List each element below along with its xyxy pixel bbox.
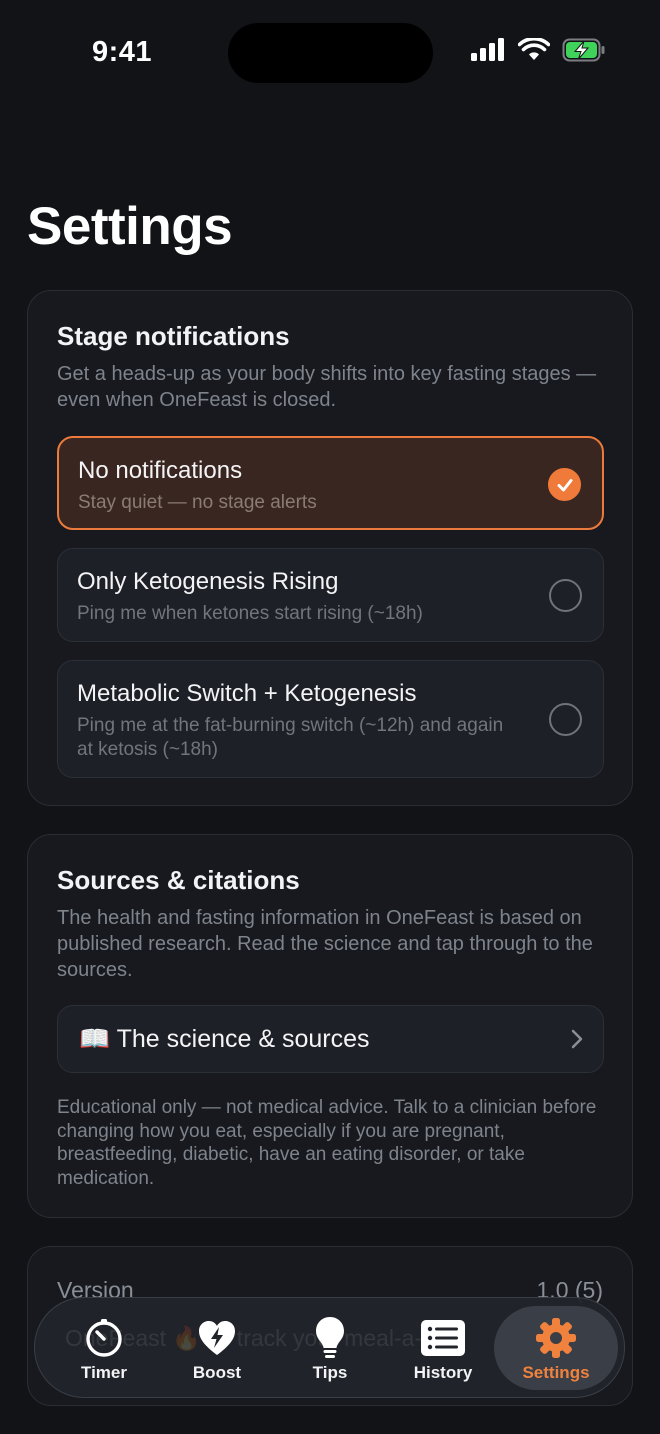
tab-label: Settings: [522, 1363, 590, 1382]
tab-label: Tips: [312, 1363, 348, 1382]
tab-label: Timer: [81, 1363, 127, 1382]
lightbulb-icon: [308, 1316, 352, 1360]
checkmark-icon[interactable]: [548, 468, 581, 501]
option-only-ketogenesis[interactable]: Only Ketogenesis Rising Ping me when ket…: [57, 548, 604, 642]
option-subtitle: Ping me when ketones start rising (~18h): [77, 603, 423, 624]
tab-tips[interactable]: Tips: [268, 1306, 392, 1390]
radio-icon[interactable]: [549, 579, 582, 612]
dynamic-island: [228, 23, 433, 83]
gear-icon: [534, 1316, 578, 1360]
list-icon: [421, 1316, 465, 1360]
option-title: Only Ketogenesis Rising: [77, 568, 339, 595]
tab-timer[interactable]: Timer: [42, 1306, 166, 1390]
status-bar: 9:41: [0, 0, 660, 100]
card-description: Get a heads-up as your body shifts into …: [57, 363, 597, 411]
chevron-right-icon: [571, 1029, 583, 1049]
tab-label: History: [413, 1363, 473, 1382]
stage-notifications-card: Stage notifications Get a heads-up as yo…: [27, 290, 633, 806]
tab-history[interactable]: History: [381, 1306, 505, 1390]
science-sources-link[interactable]: 📖 The science & sources: [57, 1005, 604, 1073]
tab-settings[interactable]: Settings: [494, 1306, 618, 1390]
option-title: No notifications: [78, 457, 243, 484]
tab-label: Boost: [192, 1363, 242, 1382]
status-icons: [470, 38, 606, 62]
medical-disclaimer: Educational only — not medical advice. T…: [57, 1097, 597, 1189]
status-time: 9:41: [92, 36, 153, 68]
option-metabolic-switch-ketogenesis[interactable]: Metabolic Switch + Ketogenesis Ping me a…: [57, 660, 604, 778]
card-title: Stage notifications: [57, 321, 290, 351]
option-subtitle: Stay quiet — no stage alerts: [78, 492, 317, 513]
sources-card: Sources & citations The health and fasti…: [27, 834, 633, 1218]
card-description: The health and fasting information in On…: [57, 907, 593, 981]
link-label: 📖 The science & sources: [79, 1025, 370, 1053]
tab-bar: OneFeast 🔥 — track your meal-a-day Timer…: [34, 1297, 625, 1398]
option-subtitle: Ping me at the fat-burning switch (~12h)…: [77, 715, 504, 760]
option-title: Metabolic Switch + Ketogenesis: [77, 680, 417, 707]
page-title: Settings: [27, 197, 233, 256]
signal-icon: [471, 38, 504, 61]
card-title: Sources & citations: [57, 865, 300, 895]
timer-icon: [82, 1316, 126, 1360]
tab-boost[interactable]: Boost: [155, 1306, 279, 1390]
heart-bolt-icon: [195, 1316, 239, 1360]
wifi-icon: [518, 38, 550, 60]
radio-icon[interactable]: [549, 703, 582, 736]
battery-charging-icon: [562, 38, 605, 62]
option-no-notifications[interactable]: No notifications Stay quiet — no stage a…: [57, 436, 604, 530]
